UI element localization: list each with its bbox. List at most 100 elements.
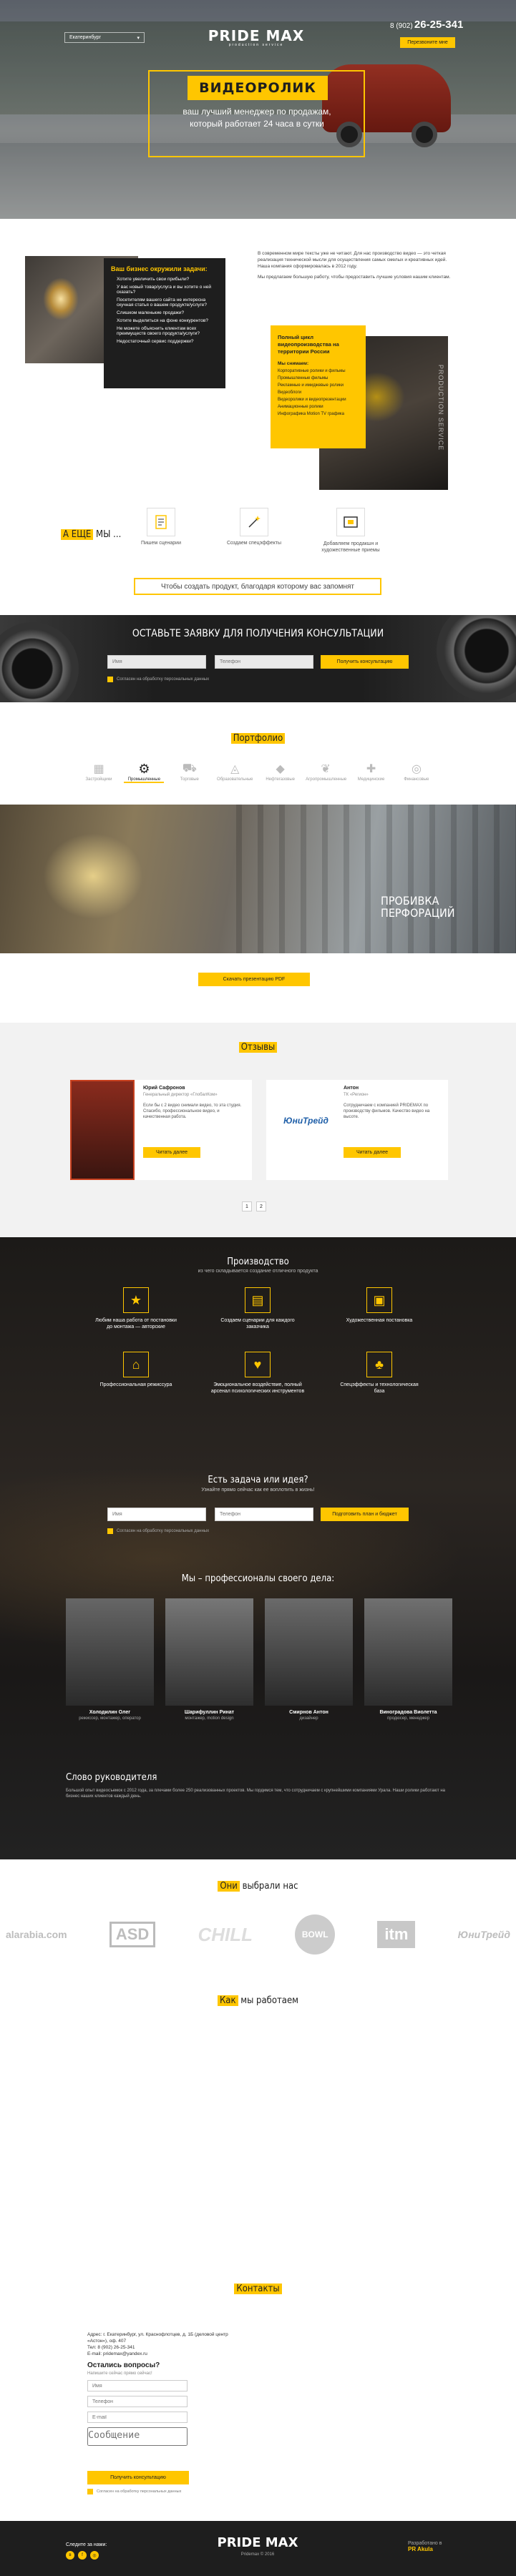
consult-button[interactable]: Получить консультацию bbox=[321, 655, 409, 669]
tab-builders[interactable]: ▦ Застройщики bbox=[79, 762, 119, 783]
list-item: Не можете объяснить клиентам всех преиму… bbox=[117, 326, 200, 336]
also-item-label: Добавляем продакшн и художественные прие… bbox=[321, 541, 380, 553]
footer-logo[interactable]: PRIDE MAX Pridemax © 2016 bbox=[200, 2535, 315, 2557]
review-card: Юрий Сафронов Генеральный директор «Глоб… bbox=[70, 1080, 252, 1180]
logo[interactable]: PRIDE MAX production service bbox=[192, 27, 321, 47]
tab-industrial[interactable]: ⚙ Промышленные bbox=[124, 762, 165, 783]
phone-field[interactable] bbox=[87, 2396, 188, 2407]
list-item: Инфографика Motion TV графика bbox=[278, 412, 344, 416]
team-member: Холодилин Олег режиссер, монтажер, опера… bbox=[66, 1598, 154, 1721]
production-item: ♣ Спецэффекты и технологическая база bbox=[336, 1352, 422, 1395]
reviewer-role: ТК «Регион» bbox=[344, 1093, 369, 1097]
logo-text: PRIDE MAX bbox=[208, 27, 305, 44]
page-link[interactable]: 2 bbox=[256, 1201, 266, 1211]
agree-checkbox[interactable]: Согласен на обработку персональных данны… bbox=[107, 1528, 209, 1534]
portfolio-image[interactable]: ПРОБИВКА ПЕРФОРАЦИЙ bbox=[0, 805, 516, 953]
production-item: ★ Любим наша работа от постановки до мон… bbox=[93, 1287, 179, 1330]
script-icon bbox=[147, 508, 175, 536]
reviewer-name: Юрий Сафронов bbox=[143, 1086, 185, 1091]
phone[interactable]: 8 (902) 26-25-341 bbox=[390, 19, 463, 31]
callback-button[interactable]: Перезвоните мне bbox=[400, 37, 455, 48]
reviewer-role: Генеральный директор «ГлобалКом» bbox=[143, 1093, 218, 1097]
read-more-button[interactable]: Читать далее bbox=[143, 1147, 200, 1158]
tab-oil-gas[interactable]: ◆ Нефтегазовые bbox=[261, 762, 301, 783]
tasks-box: Ваш бизнес окружили задачи: Хотите увели… bbox=[104, 258, 225, 388]
member-role: дизайнер bbox=[299, 1716, 318, 1721]
review-text: Если бы с 2 видео снимали видео, то эта … bbox=[143, 1103, 242, 1119]
email-field[interactable] bbox=[87, 2412, 188, 2423]
production-label: Профессиональная режиссура bbox=[99, 1382, 172, 1387]
production-item: ♥ Эмоциональное воздействие, полный арсе… bbox=[208, 1352, 308, 1395]
also-items: Пишем сценарии Создаем спецэффекты Добав… bbox=[122, 508, 394, 554]
tab-finance[interactable]: ◎ Финансовые bbox=[396, 762, 437, 783]
review-text: Сотрудничаем с компанией PRIDEMAX по про… bbox=[344, 1103, 430, 1119]
production-item: ▣ Художественная постановка bbox=[336, 1287, 422, 1324]
production-label: Любим наша работа от постановки до монта… bbox=[95, 1318, 177, 1329]
tab-education[interactable]: ◬ Образовательные bbox=[215, 762, 255, 783]
name-field[interactable] bbox=[87, 2380, 188, 2391]
list-item: Анимационные ролики bbox=[278, 405, 323, 409]
name-field[interactable] bbox=[107, 655, 206, 669]
questions-title: Остались вопросы? bbox=[87, 2361, 160, 2369]
phone-field[interactable] bbox=[215, 655, 313, 669]
chevron-down-icon: ▾ bbox=[137, 35, 140, 41]
phone-field[interactable] bbox=[215, 1508, 313, 1521]
developer: Разработано в PR Akula bbox=[408, 2541, 442, 2552]
team-member: Смирнов Антон дизайнер bbox=[265, 1598, 353, 1721]
client-logo: alarabia.com bbox=[6, 1929, 67, 1940]
contact-submit-button[interactable]: Получить консультацию bbox=[87, 2471, 189, 2484]
intro-paragraph: В современном мире тексты уже не читают.… bbox=[258, 251, 447, 269]
tab-agro[interactable]: ❦ Агропромышленные bbox=[306, 762, 346, 783]
tree-icon: ♣ bbox=[366, 1352, 392, 1377]
checkbox-icon bbox=[87, 2489, 93, 2494]
list-item: Слишком маленькие продажи? bbox=[117, 310, 185, 315]
tab-label: Агропромышленные bbox=[306, 777, 347, 782]
production-item: ⌂ Профессиональная режиссура bbox=[93, 1352, 179, 1388]
agree-checkbox[interactable]: Согласен на обработку персональных данны… bbox=[87, 2489, 181, 2494]
page-link[interactable]: 1 bbox=[242, 1201, 252, 1211]
trophy-icon: ★ bbox=[123, 1287, 149, 1313]
contacts-title: Контакты bbox=[0, 2284, 516, 2294]
instagram-icon[interactable]: ◎ bbox=[90, 2551, 99, 2560]
cart-icon: ⛟ bbox=[182, 762, 197, 775]
facebook-icon[interactable]: f bbox=[78, 2551, 87, 2560]
list-item: Промышленные фильмы bbox=[278, 376, 328, 380]
production-label: Художественная постановка bbox=[346, 1318, 413, 1323]
vk-icon[interactable]: в bbox=[66, 2551, 74, 2560]
tab-trade[interactable]: ⛟ Торговые bbox=[170, 762, 210, 783]
card-title: Полный цикл видеопроизводства на террито… bbox=[278, 334, 339, 355]
word-text: Большой опыт видеосъемок с 2012 года, за… bbox=[66, 1789, 445, 1799]
film-icon bbox=[336, 508, 365, 536]
client-logo: ASD bbox=[109, 1922, 156, 1947]
tab-medical[interactable]: ✚ Медицинские bbox=[351, 762, 391, 783]
read-more-button[interactable]: Читать далее bbox=[344, 1147, 401, 1158]
agree-label: Согласен на обработку персональных данны… bbox=[117, 1529, 210, 1533]
agree-checkbox[interactable]: Согласен на обработку персональных данны… bbox=[107, 677, 209, 682]
also-item-label: Пишем сценарии bbox=[140, 541, 181, 546]
name-field[interactable] bbox=[107, 1508, 206, 1521]
idea-subtitle: Узнайте прямо сейчас как ее воплотить в … bbox=[201, 1488, 315, 1493]
card-subtitle: Мы снимаем: bbox=[278, 361, 309, 366]
production-title: Производство bbox=[227, 1257, 289, 1267]
leaf-icon: ❦ bbox=[321, 763, 331, 775]
download-pdf-button[interactable]: Скачать презентацию PDF bbox=[198, 973, 310, 986]
production-label: Спецэффекты и технологическая база bbox=[340, 1382, 419, 1394]
member-role: монтажер, motion design bbox=[185, 1716, 234, 1721]
director-chair-icon: ⌂ bbox=[123, 1352, 149, 1377]
avatar bbox=[165, 1598, 253, 1706]
city-select[interactable]: Екатеринбург ▾ bbox=[64, 32, 145, 43]
copyright: Pridemax © 2016 bbox=[240, 2552, 275, 2557]
contact-email[interactable]: E-mail: pridemax@yandex.ru bbox=[87, 2351, 245, 2357]
tab-label: Промышленные bbox=[124, 777, 165, 783]
contact-phone[interactable]: Тел: 8 (902) 26-25-341 bbox=[87, 2344, 245, 2351]
budget-button[interactable]: Подготовить план и бюджет bbox=[321, 1508, 409, 1521]
production-item: ▤ Создаем сценарии для каждого заказчика bbox=[215, 1287, 301, 1330]
reviews-title: Отзывы bbox=[0, 1042, 516, 1053]
pagination: 1 2 bbox=[242, 1201, 266, 1211]
list-item: Рекламные и имиджевые ролики bbox=[278, 383, 344, 388]
avatar bbox=[265, 1598, 353, 1706]
developer-link[interactable]: PR Akula bbox=[408, 2546, 442, 2552]
message-field[interactable] bbox=[87, 2427, 188, 2446]
list-item: Видеоролики и видеопрезентации bbox=[278, 398, 346, 402]
hero-section: Екатеринбург ▾ PRIDE MAX production serv… bbox=[0, 0, 516, 219]
